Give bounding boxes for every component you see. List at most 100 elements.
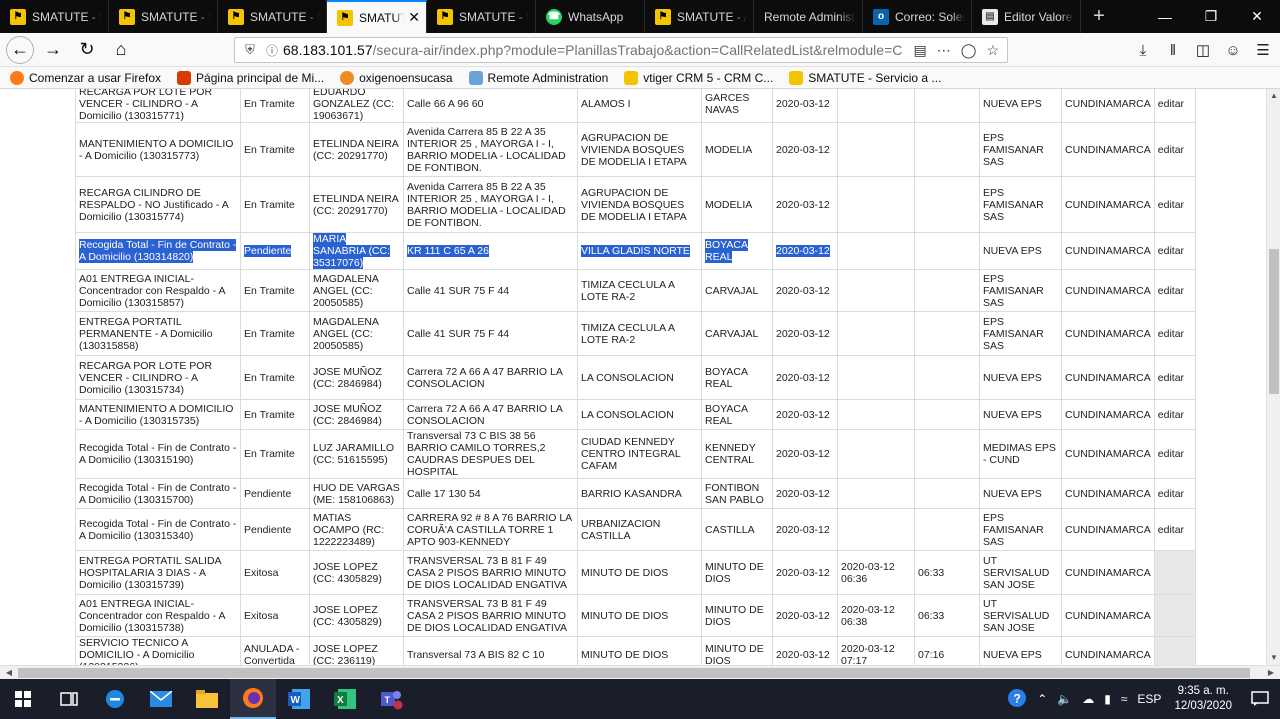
edit-link[interactable]: editar: [1158, 98, 1184, 110]
edit-link[interactable]: editar: [1158, 328, 1184, 340]
reload-button[interactable]: ↻: [72, 35, 102, 65]
volume-icon[interactable]: 🔈: [1057, 692, 1072, 706]
notification-center-icon[interactable]: [1240, 679, 1280, 719]
table-row[interactable]: RECARGA POR LOTE POR VENCER - CILINDRO -…: [75, 89, 1196, 123]
browser-tab[interactable]: ▤ Editor Valores: [972, 0, 1081, 33]
browser-tab[interactable]: ⚑ SMATUTE ✕: [327, 0, 427, 33]
browser-tab[interactable]: ⚑ SMATUTE - At: [645, 0, 754, 33]
maximize-button[interactable]: ❐: [1188, 0, 1234, 33]
scroll-left-arrow-icon[interactable]: ◀: [2, 666, 16, 680]
edit-link[interactable]: editar: [1158, 245, 1184, 257]
bookmark-star-icon[interactable]: ☆: [986, 42, 999, 59]
browser-tab[interactable]: ⚑ SMATUTE - Se: [427, 0, 536, 33]
browser-tab[interactable]: ⚑ SMATUTE - Se: [218, 0, 327, 33]
table-row[interactable]: RECARGA CILINDRO DE RESPALDO - NO Justif…: [75, 176, 1196, 233]
file-explorer-icon[interactable]: [184, 679, 230, 719]
home-button[interactable]: ⌂: [106, 35, 136, 65]
scroll-right-arrow-icon[interactable]: ▶: [1264, 666, 1278, 680]
close-window-button[interactable]: ✕: [1234, 0, 1280, 33]
edit-link[interactable]: editar: [1158, 144, 1184, 156]
downloads-icon[interactable]: ⤓: [1130, 35, 1156, 65]
reader-view-icon[interactable]: ▤: [914, 42, 927, 59]
edit-link[interactable]: editar: [1158, 488, 1184, 500]
vertical-scroll-thumb[interactable]: [1269, 249, 1279, 394]
edit-link[interactable]: editar: [1158, 372, 1184, 384]
close-tab-icon[interactable]: ✕: [408, 9, 420, 26]
language-indicator[interactable]: ESP: [1137, 692, 1161, 706]
table-row[interactable]: Recogida Total - Fin de Contrato - A Dom…: [75, 508, 1196, 551]
browser-tab[interactable]: o Correo: Soler: [863, 0, 972, 33]
bookmark-item[interactable]: vtiger CRM 5 - CRM C...: [624, 70, 773, 85]
cell-action[interactable]: editar: [1153, 311, 1196, 356]
table-row[interactable]: ENTREGA PORTATIL PERMANENTE - A Domicili…: [75, 311, 1196, 356]
onedrive-icon[interactable]: ☁: [1082, 692, 1094, 706]
cell-text: NUEVA EPS: [983, 649, 1042, 661]
task-view-icon[interactable]: [46, 679, 92, 719]
bookmark-item[interactable]: Página principal de Mi...: [177, 70, 324, 85]
minimize-button[interactable]: —: [1142, 0, 1188, 33]
site-info-icon[interactable]: ⓘ: [261, 42, 283, 59]
table-row[interactable]: RECARGA POR LOTE POR VENCER - CILINDRO -…: [75, 355, 1196, 400]
bookmark-item[interactable]: Remote Administration: [468, 70, 608, 85]
wifi-icon[interactable]: ≈: [1121, 692, 1128, 706]
chevron-up-icon[interactable]: ⌃: [1037, 692, 1047, 706]
cell-action[interactable]: editar: [1153, 232, 1196, 270]
clock[interactable]: 9:35 a. m. 12/03/2020: [1174, 684, 1232, 714]
mail-icon[interactable]: [138, 679, 184, 719]
library-icon[interactable]: ‖: [1160, 35, 1186, 65]
bookmark-item[interactable]: Comenzar a usar Firefox: [10, 70, 161, 85]
sidebar-icon[interactable]: ◫: [1190, 35, 1216, 65]
browser-tab[interactable]: ☎ WhatsApp: [536, 0, 645, 33]
firefox-taskbar-icon[interactable]: [230, 679, 276, 719]
table-row[interactable]: MANTENIMIENTO A DOMICILIO - A Domicilio …: [75, 399, 1196, 430]
bookmark-item[interactable]: oxigenoensucasa: [340, 70, 453, 85]
help-icon[interactable]: ?: [1007, 688, 1027, 711]
edit-link[interactable]: editar: [1158, 448, 1184, 460]
forward-button[interactable]: →: [38, 35, 68, 65]
vertical-scrollbar[interactable]: ▲ ▼: [1266, 89, 1280, 665]
horizontal-scroll-thumb[interactable]: [18, 668, 1250, 678]
cell-action[interactable]: editar: [1153, 508, 1196, 551]
battery-icon[interactable]: ▮: [1104, 692, 1111, 706]
edit-link[interactable]: editar: [1158, 524, 1184, 536]
table-row[interactable]: Recogida Total - Fin de Contrato - A Dom…: [75, 429, 1196, 479]
cell-action[interactable]: editar: [1153, 122, 1196, 177]
table-row[interactable]: A01 ENTREGA INICIAL-Concentrador con Res…: [75, 269, 1196, 312]
start-windows-icon[interactable]: [0, 679, 46, 719]
browser-tab[interactable]: ⚑ SMATUTE - Se: [0, 0, 109, 33]
cell-action[interactable]: editar: [1153, 89, 1196, 123]
browser-tab[interactable]: ⚑ SMATUTE - Se: [109, 0, 218, 33]
account-icon[interactable]: ☺: [1220, 35, 1246, 65]
url-bar[interactable]: ⛨ ⓘ 68.183.101.57 /secura-air/index.php?…: [234, 37, 1008, 63]
edge-icon[interactable]: [92, 679, 138, 719]
cell-action[interactable]: editar: [1153, 429, 1196, 479]
page-actions-icon[interactable]: ⋯: [937, 42, 951, 59]
table-row[interactable]: MANTENIMIENTO A DOMICILIO - A Domicilio …: [75, 122, 1196, 177]
cell-action[interactable]: editar: [1153, 399, 1196, 430]
menu-icon[interactable]: ☰: [1250, 35, 1276, 65]
teams-icon[interactable]: T: [368, 679, 414, 719]
scroll-up-arrow-icon[interactable]: ▲: [1267, 89, 1280, 103]
bookmark-item[interactable]: SMATUTE - Servicio a ...: [789, 70, 941, 85]
tracking-shield-icon[interactable]: ⛨: [239, 42, 261, 58]
edit-link[interactable]: editar: [1158, 285, 1184, 297]
horizontal-scrollbar[interactable]: ◀ ▶: [0, 665, 1280, 679]
cell-action[interactable]: editar: [1153, 176, 1196, 233]
cell-action[interactable]: editar: [1153, 478, 1196, 509]
scroll-down-arrow-icon[interactable]: ▼: [1267, 651, 1280, 665]
edit-link[interactable]: editar: [1158, 409, 1184, 421]
table-row[interactable]: SERVICIO TECNICO A DOMICILIO - A Domicil…: [75, 636, 1196, 665]
cell-action[interactable]: editar: [1153, 269, 1196, 312]
edit-link[interactable]: editar: [1158, 199, 1184, 211]
table-row[interactable]: A01 ENTREGA INICIAL-Concentrador con Res…: [75, 594, 1196, 637]
table-row[interactable]: Recogida Total - Fin de Contrato - A Dom…: [75, 478, 1196, 509]
table-row[interactable]: Recogida Total - Fin de Contrato - A Dom…: [75, 232, 1196, 270]
back-button[interactable]: ←: [6, 35, 34, 64]
pocket-icon[interactable]: ◯: [961, 42, 977, 59]
new-tab-button[interactable]: +: [1081, 0, 1117, 33]
word-icon[interactable]: W: [276, 679, 322, 719]
browser-tab[interactable]: Remote Administ: [754, 0, 863, 33]
excel-icon[interactable]: X: [322, 679, 368, 719]
cell-action[interactable]: editar: [1153, 355, 1196, 400]
table-row[interactable]: ENTREGA PORTATIL SALIDA HOSPITALARIA 3 D…: [75, 550, 1196, 595]
